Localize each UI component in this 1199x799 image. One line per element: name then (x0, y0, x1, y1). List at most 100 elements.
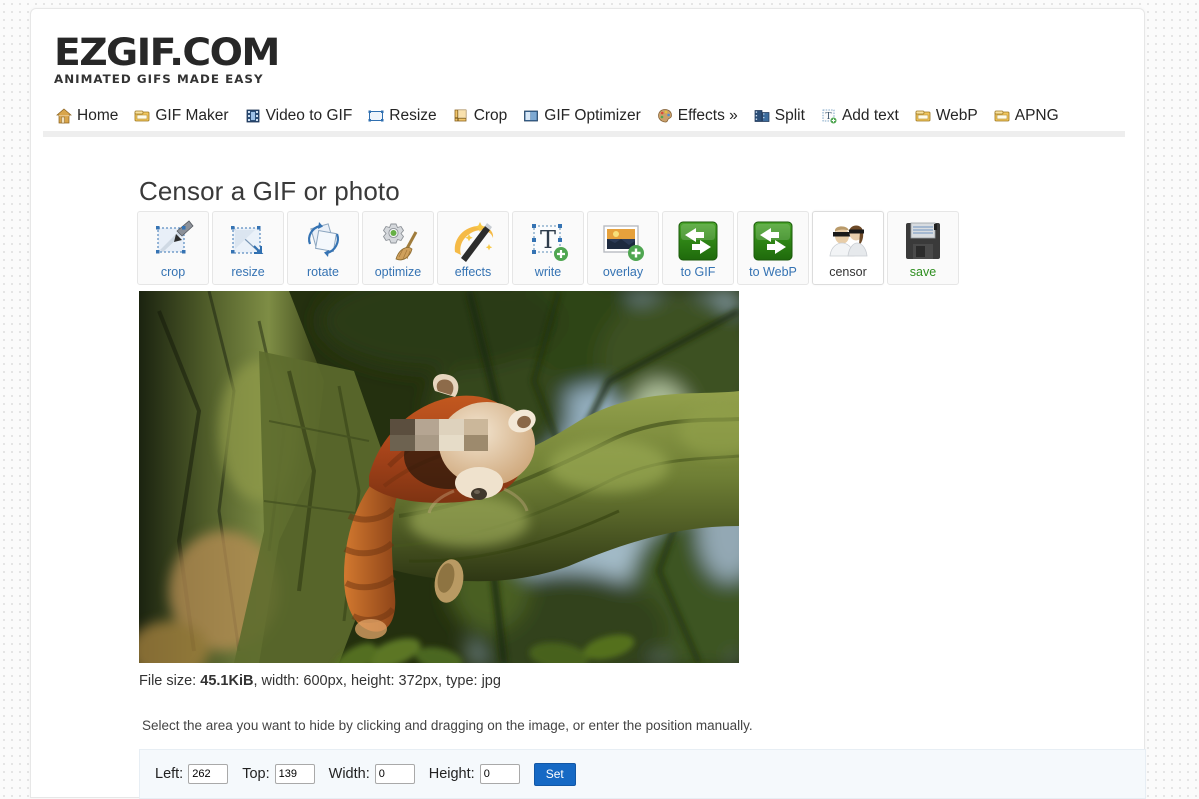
save-tool-icon (899, 218, 947, 264)
nav-item-video-to-gif[interactable]: Video to GIF (245, 107, 353, 125)
nav-item-label: GIF Optimizer (544, 107, 640, 125)
censor-pixel (415, 435, 440, 451)
effects-tool-icon (449, 218, 497, 264)
tool-save[interactable]: save (887, 211, 959, 285)
tool-to-gif[interactable]: to GIF (662, 211, 734, 285)
add-text-icon: T (821, 108, 837, 124)
source-photo (139, 291, 739, 663)
file-info: File size: 45.1KiB, width: 600px, height… (139, 673, 501, 689)
to-webp-tool-icon (749, 218, 797, 264)
file-size-value: 45.1KiB (200, 673, 253, 689)
crop-icon (453, 108, 469, 124)
width-input[interactable] (375, 764, 415, 784)
overlay-tool-icon (599, 218, 647, 264)
resize-icon (368, 108, 384, 124)
image-canvas[interactable] (139, 291, 739, 663)
tool-crop[interactable]: crop (137, 211, 209, 285)
tool-effects[interactable]: effects (437, 211, 509, 285)
apng-icon (994, 108, 1010, 124)
file-info-prefix: File size: (139, 673, 200, 689)
censor-pixel (464, 435, 489, 451)
write-tool-icon: T (524, 218, 572, 264)
tool-censor[interactable]: censor (812, 211, 884, 285)
top-input[interactable] (275, 764, 315, 784)
nav-item-label: Add text (842, 107, 899, 125)
home-icon (56, 108, 72, 124)
nav-item-home[interactable]: Home (56, 107, 118, 125)
tool-overlay[interactable]: overlay (587, 211, 659, 285)
tool-label: to WebP (749, 265, 797, 279)
crop-tool-icon (149, 218, 197, 264)
video-to-gif-icon (245, 108, 261, 124)
nav-item-webp[interactable]: WebP (915, 107, 978, 125)
nav-item-label: WebP (936, 107, 978, 125)
gif-optimizer-icon (523, 108, 539, 124)
nav-item-apng[interactable]: APNG (994, 107, 1059, 125)
censor-pixel (439, 419, 464, 435)
tool-resize[interactable]: resize (212, 211, 284, 285)
nav-divider (43, 131, 1125, 137)
censor-tool-icon (824, 218, 872, 264)
tool-label: overlay (603, 265, 643, 279)
height-input[interactable] (480, 764, 520, 784)
field-group-left: Left: (155, 764, 228, 784)
svg-text:T: T (540, 226, 556, 254)
nav-item-gif-optimizer[interactable]: GIF Optimizer (523, 107, 640, 125)
split-icon (754, 108, 770, 124)
censor-pixel (415, 419, 440, 435)
censor-position-form: Left: Top: Width: Height: Set (139, 749, 1146, 799)
tool-write[interactable]: Twrite (512, 211, 584, 285)
tool-label: write (535, 265, 561, 279)
set-button[interactable]: Set (534, 763, 576, 786)
censor-pixel (439, 435, 464, 451)
main-navigation: Home GIF Maker Video to GIF Resize Crop GIF O… (56, 101, 1144, 131)
tool-label: save (910, 265, 936, 279)
field-group-height: Height: (429, 764, 520, 784)
censor-pixel (390, 435, 415, 451)
to-gif-tool-icon (674, 218, 722, 264)
file-info-suffix: , width: 600px, height: 372px, type: jpg (253, 673, 500, 689)
tool-rotate[interactable]: rotate (287, 211, 359, 285)
nav-item-label: Split (775, 107, 805, 125)
censor-pixel (464, 419, 489, 435)
nav-item-effects[interactable]: Effects » (657, 107, 738, 125)
nav-item-crop[interactable]: Crop (453, 107, 508, 125)
tool-label: resize (231, 265, 264, 279)
selection-hint: Select the area you want to hide by clic… (142, 718, 753, 733)
logo-wordmark: EZGIF.COM (54, 35, 330, 71)
webp-icon (915, 108, 931, 124)
effects-palette-icon (657, 108, 673, 124)
nav-item-label: APNG (1015, 107, 1059, 125)
censor-pixel (390, 419, 415, 435)
site-logo[interactable]: EZGIF.COM ANIMATED GIFS MADE EASY (54, 35, 314, 83)
rotate-tool-icon (299, 218, 347, 264)
nav-item-label: Crop (474, 107, 508, 125)
nav-item-add-text[interactable]: T Add text (821, 107, 899, 125)
logo-tagline: ANIMATED GIFS MADE EASY (54, 72, 322, 86)
optimize-tool-icon (374, 218, 422, 264)
tool-label: crop (161, 265, 185, 279)
tool-to-webp[interactable]: to WebP (737, 211, 809, 285)
gif-maker-icon (134, 108, 150, 124)
nav-item-resize[interactable]: Resize (368, 107, 436, 125)
tool-optimize[interactable]: optimize (362, 211, 434, 285)
nav-item-label: Home (77, 107, 118, 125)
nav-item-gif-maker[interactable]: GIF Maker (134, 107, 228, 125)
nav-item-label: Video to GIF (266, 107, 353, 125)
tool-label: rotate (307, 265, 339, 279)
nav-item-label: Effects » (678, 107, 738, 125)
left-input[interactable] (188, 764, 228, 784)
nav-item-split[interactable]: Split (754, 107, 805, 125)
resize-tool-icon (224, 218, 272, 264)
nav-item-label: Resize (389, 107, 436, 125)
tool-toolbar: crop resize rotate optimize effects Twrite ove… (137, 211, 959, 285)
page-title: Censor a GIF or photo (139, 176, 400, 207)
tool-label: effects (455, 265, 492, 279)
field-group-width: Width: (329, 764, 415, 784)
nav-item-label: GIF Maker (155, 107, 228, 125)
censor-pixelate-overlay[interactable] (390, 419, 488, 451)
page-container: EZGIF.COM ANIMATED GIFS MADE EASY Home GI… (30, 8, 1145, 798)
tool-label: censor (829, 265, 867, 279)
field-group-top: Top: (242, 764, 314, 784)
tool-label: optimize (375, 265, 422, 279)
